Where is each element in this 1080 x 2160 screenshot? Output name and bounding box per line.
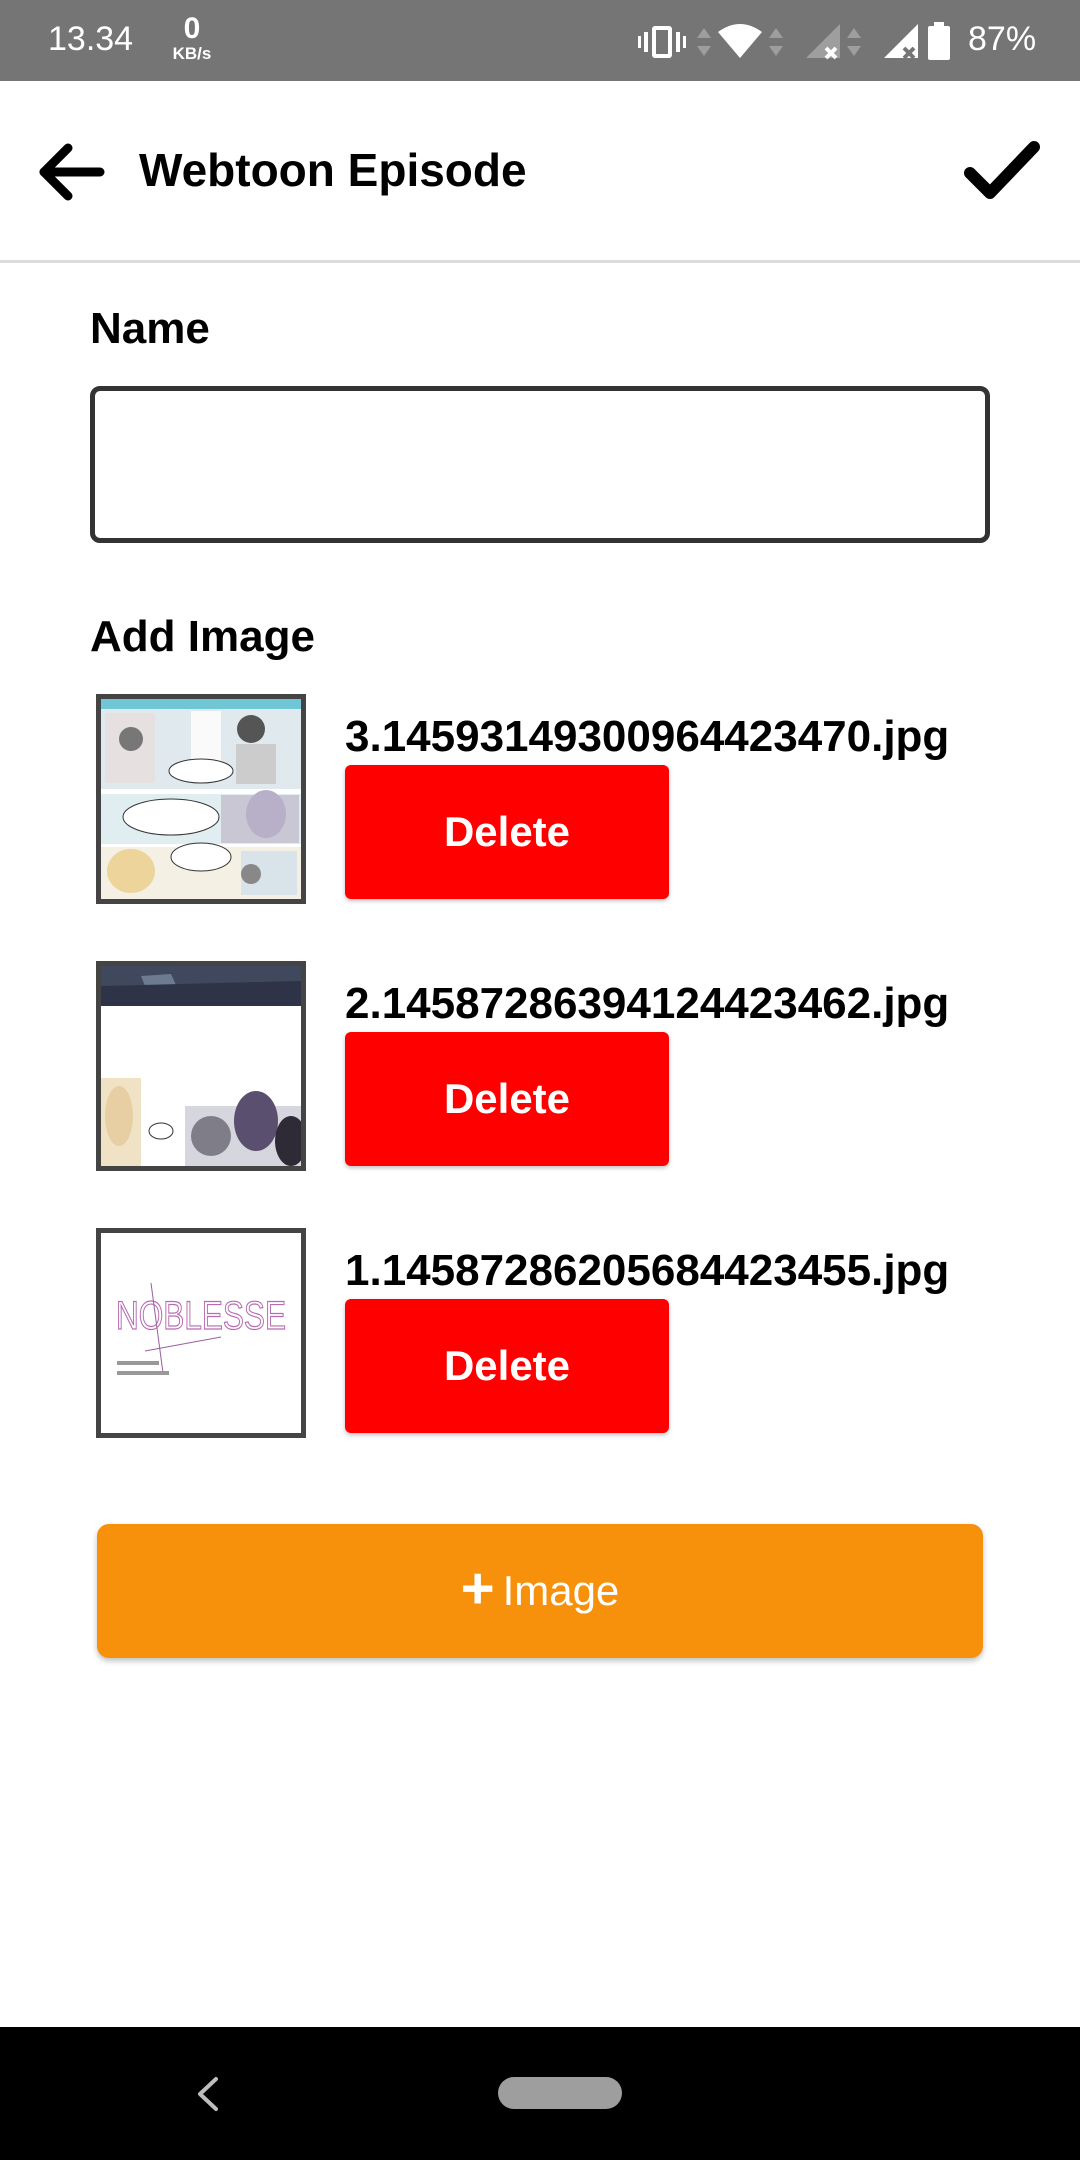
delete-button[interactable]: Delete (345, 765, 669, 899)
thumbnail-title: NOBLESSE (116, 1294, 286, 1338)
signal-no-service-icon (806, 24, 840, 60)
app-bar: Webtoon Episode (0, 81, 1080, 263)
arrow-left-icon (39, 143, 105, 201)
wifi-icon (718, 24, 762, 58)
back-button[interactable] (36, 136, 108, 208)
battery-percent: 87% (968, 20, 1037, 58)
network-speed-value: 0 (183, 12, 201, 45)
status-bar: 13.34 0 KB/s 87% (0, 0, 1080, 81)
name-input[interactable] (90, 386, 990, 543)
network-speed-unit: KB/s (172, 44, 212, 63)
checkmark-icon (964, 141, 1040, 199)
battery-icon (928, 22, 950, 60)
nav-home-pill[interactable] (498, 2077, 622, 2109)
status-time: 13.34 (48, 20, 134, 58)
delete-button[interactable]: Delete (345, 1299, 669, 1433)
add-image-button-label: Image (502, 1567, 620, 1614)
data-arrows-icon (769, 28, 783, 56)
image-thumbnail: NOBLESSE (96, 1228, 306, 1438)
add-image-button[interactable]: + Image (97, 1524, 983, 1658)
image-filename: 3.14593149300964423470.jpg (345, 712, 950, 761)
image-list-item: NOBLESSE 1.14587286205684423455.jpg Dele… (96, 1228, 996, 1440)
image-thumbnail (96, 694, 306, 904)
image-filename: 1.14587286205684423455.jpg (345, 1246, 950, 1295)
vibrate-icon (638, 26, 686, 58)
image-thumbnail (96, 961, 306, 1171)
image-filename: 2.14587286394124423462.jpg (345, 979, 950, 1028)
delete-button[interactable]: Delete (345, 1032, 669, 1166)
page-title: Webtoon Episode (139, 144, 527, 196)
signal-no-service-icon (884, 24, 918, 60)
network-speed: 0 KB/s (168, 12, 216, 63)
plus-icon: + (460, 1556, 495, 1621)
data-arrows-icon (697, 28, 711, 56)
navigation-bar (0, 2027, 1080, 2160)
name-label: Name (90, 304, 210, 353)
image-list-item: 3.14593149300964423470.jpg Delete (96, 694, 996, 906)
image-list-item: 2.14587286394124423462.jpg Delete (96, 961, 996, 1173)
confirm-button[interactable] (962, 133, 1042, 209)
add-image-label: Add Image (90, 612, 315, 661)
data-arrows-icon (847, 28, 861, 56)
nav-back-icon[interactable] (190, 2071, 224, 2117)
